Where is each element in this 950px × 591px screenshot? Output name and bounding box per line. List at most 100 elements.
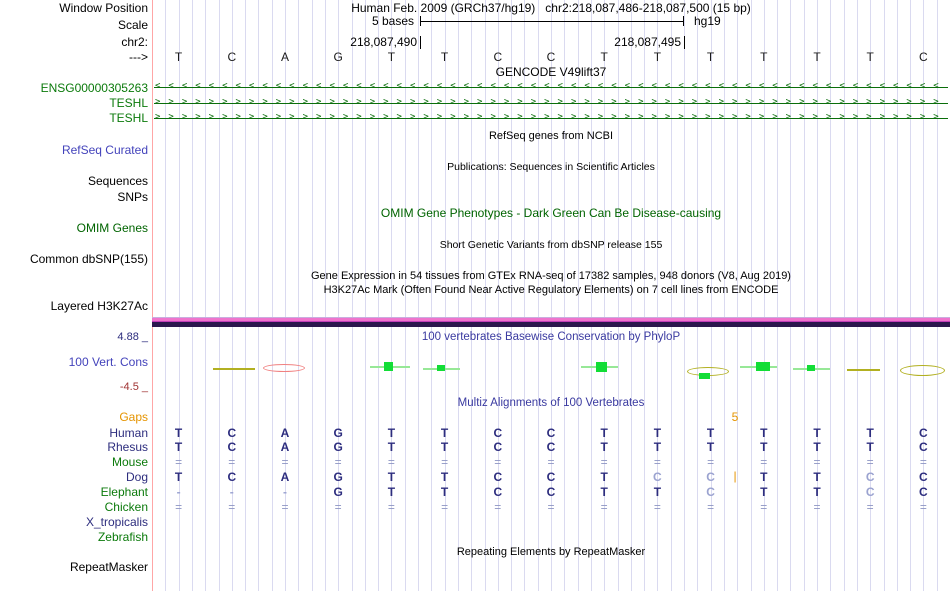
assembly-label: hg19 <box>694 14 721 28</box>
track-label-zebrafish[interactable]: Zebrafish <box>98 530 148 544</box>
track-caption[interactable]: RefSeq genes from NCBI <box>152 130 950 143</box>
align-cell-chicken: = <box>866 500 874 514</box>
scale-ruler <box>420 21 684 22</box>
align-cell-dog: T <box>600 470 608 484</box>
cons-mark <box>263 364 305 372</box>
track-caption[interactable]: Multiz Alignments of 100 Vertebrates <box>152 397 950 410</box>
align-cell-human: T <box>174 426 183 440</box>
align-cell-elephant: - <box>283 485 287 499</box>
coordinate-right: 218,087,495 <box>614 35 681 49</box>
align-cell-dog: C <box>919 470 928 484</box>
track-label-4-88-[interactable]: 4.88 _ <box>117 330 148 344</box>
align-cell-dog: T <box>387 470 396 484</box>
align-cell-chicken: = <box>919 500 927 514</box>
track-caption[interactable]: GENCODE V49lift37 <box>152 66 950 79</box>
align-cell-rhesus: T <box>600 440 608 454</box>
align-cell-dog: T <box>813 470 821 484</box>
track-label-repeatmasker[interactable]: RepeatMasker <box>70 560 148 574</box>
gene-strand-arrows: >>>>>>>>>>>>>>>>>>>>>>>>>>>>>>>>>>>>>>>>… <box>155 112 947 122</box>
align-cell-elephant: - <box>176 485 181 499</box>
align-cell-dog: C <box>706 470 715 484</box>
base-letter: T <box>600 50 608 64</box>
track-caption[interactable]: Publications: Sequences in Scientific Ar… <box>152 161 950 174</box>
base-letter: C <box>227 50 237 64</box>
h3k27ac-signal-bar[interactable] <box>152 317 950 327</box>
cons-mark <box>596 362 607 372</box>
align-cell-chicken: = <box>813 500 821 514</box>
align-cell-rhesus: T <box>387 440 396 454</box>
track-label-scale[interactable]: Scale <box>118 18 148 32</box>
gene-strand-arrows: >>>>>>>>>>>>>>>>>>>>>>>>>>>>>>>>>>>>>>>>… <box>155 97 947 107</box>
track-caption[interactable]: H3K27Ac Mark (Often Found Near Active Re… <box>152 284 950 297</box>
genome-browser-track-image[interactable]: Human Feb. 2009 (GRCh37/hg19) chr2:218,0… <box>0 0 950 591</box>
track-caption[interactable]: Short Genetic Variants from dbSNP releas… <box>152 239 950 252</box>
coordinate-left: 218,087,490 <box>350 35 417 49</box>
page-title: Human Feb. 2009 (GRCh37/hg19) chr2:218,0… <box>351 1 751 15</box>
track-label-x-tropicalis[interactable]: X_tropicalis <box>86 515 148 529</box>
align-cell-human: C <box>919 426 928 440</box>
align-cell-rhesus: T <box>653 440 662 454</box>
track-label-omim-genes[interactable]: OMIM Genes <box>77 221 148 235</box>
align-cell-human: T <box>813 426 821 440</box>
align-cell-elephant: G <box>333 485 343 499</box>
align-cell-mouse: = <box>175 455 183 469</box>
align-cell-mouse: = <box>653 455 661 469</box>
align-cell-dog: G <box>333 470 343 484</box>
track-label-sequences[interactable]: Sequences <box>88 174 148 188</box>
track-label-gaps[interactable]: Gaps <box>119 410 148 424</box>
align-cell-human: T <box>387 426 396 440</box>
track-caption[interactable]: OMIM Gene Phenotypes - Dark Green Can Be… <box>152 207 950 220</box>
cons-mark <box>807 365 815 371</box>
base-letter: T <box>706 50 715 64</box>
cons-mark <box>847 369 880 371</box>
track-label-ensg00000305263[interactable]: ENSG00000305263 <box>41 81 148 95</box>
align-cell-chicken: = <box>175 500 183 514</box>
align-cell-rhesus: T <box>440 440 449 454</box>
align-cell-mouse: = <box>600 455 608 469</box>
align-cell-human: C <box>546 426 556 440</box>
align-cell-mouse: = <box>813 455 821 469</box>
align-cell-human: A <box>280 426 290 440</box>
track-label-mouse[interactable]: Mouse <box>112 455 148 469</box>
align-cell-dog: C <box>493 470 503 484</box>
align-cell-chicken: = <box>281 500 289 514</box>
align-cell-elephant: T <box>440 485 449 499</box>
track-label-snps[interactable]: SNPs <box>117 190 148 204</box>
align-cell-elephant: - <box>229 485 234 499</box>
track-label-common-dbsnp-155-[interactable]: Common dbSNP(155) <box>30 252 148 266</box>
track-label--[interactable]: ---> <box>129 50 148 64</box>
align-cell-mouse: = <box>760 455 768 469</box>
align-cell-mouse: = <box>547 455 555 469</box>
track-label-dog[interactable]: Dog <box>126 470 148 484</box>
track-label-refseq-curated[interactable]: RefSeq Curated <box>62 143 148 157</box>
align-cell-elephant: C <box>493 485 503 499</box>
track-label-elephant[interactable]: Elephant <box>101 485 148 499</box>
cons-mark <box>213 368 255 370</box>
track-label-human[interactable]: Human <box>109 426 148 440</box>
track-label-layered-h3k27ac[interactable]: Layered H3K27Ac <box>51 299 148 313</box>
track-label-window-position[interactable]: Window Position <box>59 1 148 15</box>
track-caption[interactable]: 100 vertebrates Basewise Conservation by… <box>152 331 950 344</box>
align-cell-elephant: C <box>865 485 875 499</box>
track-label--4-5-[interactable]: -4.5 _ <box>120 380 148 394</box>
align-cell-chicken: = <box>547 500 555 514</box>
track-caption[interactable]: Repeating Elements by RepeatMasker <box>152 546 950 559</box>
cons-mark <box>437 365 445 371</box>
base-letter: T <box>813 50 821 64</box>
align-cell-dog: C <box>227 470 237 484</box>
scale-label: 5 bases <box>371 14 414 28</box>
track-label-chr2-[interactable]: chr2: <box>121 35 148 49</box>
track-label-chicken[interactable]: Chicken <box>105 500 148 514</box>
track-label-teshl[interactable]: TESHL <box>109 96 148 110</box>
track-label-100-vert-cons[interactable]: 100 Vert. Cons <box>69 355 148 369</box>
align-cell-human: T <box>653 426 662 440</box>
align-cell-chicken: = <box>334 500 342 514</box>
track-label-teshl[interactable]: TESHL <box>109 111 148 125</box>
cons-mark <box>384 362 393 371</box>
align-cell-mouse: = <box>441 455 449 469</box>
track-label-rhesus[interactable]: Rhesus <box>107 440 148 454</box>
align-cell-chicken: = <box>387 500 395 514</box>
align-cell-human: C <box>493 426 503 440</box>
align-cell-rhesus: T <box>866 440 874 454</box>
track-caption[interactable]: Gene Expression in 54 tissues from GTEx … <box>152 270 950 283</box>
